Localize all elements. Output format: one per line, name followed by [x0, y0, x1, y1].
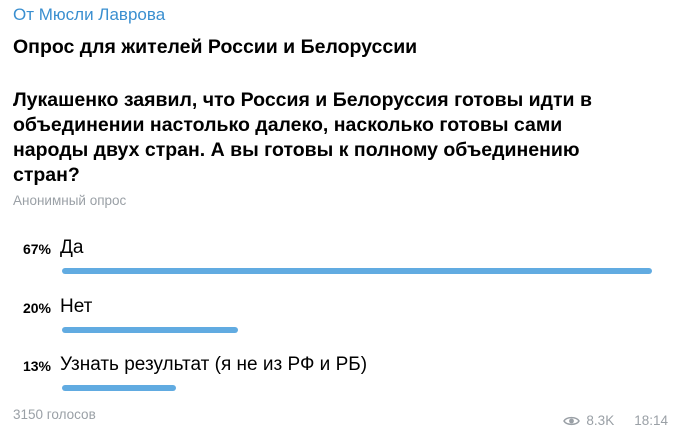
poll-question-line: стран?	[13, 164, 80, 186]
vote-count[interactable]: 3150 голосов	[13, 407, 96, 422]
view-count: 8.3K	[586, 413, 615, 428]
message-bubble: От Мюсли Лаврова Опрос для жителей Росси…	[0, 0, 678, 435]
forwarded-prefix: От	[13, 5, 35, 24]
poll-title: Опрос для жителей России и Белоруссии	[13, 36, 418, 58]
message-meta: 8.3K 18:14	[563, 413, 668, 428]
option-result-bar	[62, 385, 176, 391]
poll-type-label: Анонимный опрос	[13, 193, 127, 208]
eye-icon	[563, 415, 581, 427]
poll-question-line: народы двух стран. А вы готовы к полному…	[13, 139, 580, 161]
forwarded-from[interactable]: От Мюсли Лаврова	[13, 5, 165, 25]
option-result-bar	[62, 327, 238, 333]
option-percent: 13%	[22, 358, 51, 374]
option-percent: 20%	[22, 300, 51, 316]
option-result-bar	[62, 268, 652, 274]
option-label: Узнать результат (я не из РФ и РБ)	[60, 354, 368, 375]
option-percent: 67%	[22, 241, 51, 257]
poll-question-line: Лукашенко заявил, что Россия и Белорусси…	[13, 89, 592, 111]
poll-option-yes[interactable]: 67% Да	[0, 237, 678, 288]
poll-option-see-results[interactable]: 13% Узнать результат (я не из РФ и РБ)	[0, 354, 678, 405]
message-time: 18:14	[634, 413, 668, 428]
forwarded-author[interactable]: Мюсли Лаврова	[39, 5, 165, 24]
poll-question: Лукашенко заявил, что Россия и Белорусси…	[13, 88, 663, 188]
option-label: Нет	[60, 296, 93, 317]
poll-question-line: объединении настолько далеко, насколько …	[13, 114, 563, 136]
option-label: Да	[60, 237, 84, 258]
poll-option-no[interactable]: 20% Нет	[0, 296, 678, 347]
